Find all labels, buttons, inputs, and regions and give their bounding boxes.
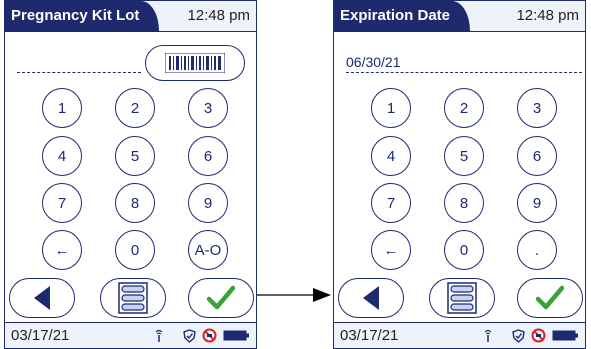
key-9[interactable]: 9 [517, 183, 557, 223]
key-9[interactable]: 9 [188, 183, 228, 223]
menu-button[interactable] [429, 278, 495, 318]
confirm-button[interactable] [188, 278, 254, 318]
lot-entry-field[interactable] [17, 72, 141, 73]
key-6[interactable]: 6 [517, 136, 557, 176]
key-3[interactable]: 3 [188, 88, 228, 128]
status-bar: 03/17/21 [5, 322, 256, 348]
key-backspace[interactable]: ← [42, 230, 82, 270]
title-bar: Expiration Date 12:48 pm [334, 1, 585, 32]
status-icons [482, 323, 579, 348]
confirm-button[interactable] [517, 278, 583, 318]
screen-title: Expiration Date [334, 1, 471, 31]
key-6[interactable]: 6 [188, 136, 228, 176]
key-8[interactable]: 8 [115, 183, 155, 223]
back-button[interactable] [9, 278, 75, 318]
checkmark-icon [207, 285, 235, 310]
battery-icon [552, 330, 578, 341]
wireless-icon [155, 329, 163, 342]
title-bar: Pregnancy Kit Lot 12:48 pm [5, 1, 256, 32]
status-date: 03/17/21 [340, 327, 399, 344]
scan-barcode-button[interactable] [145, 45, 245, 81]
no-sign-icon [202, 328, 217, 343]
key-decimal[interactable]: . [517, 230, 557, 270]
flow-arrow-icon [257, 288, 331, 302]
shield-icon [512, 328, 525, 343]
back-triangle-icon [34, 286, 50, 310]
battery-icon [223, 330, 249, 341]
shield-icon [183, 328, 196, 343]
key-5[interactable]: 5 [115, 136, 155, 176]
checkmark-icon [536, 285, 564, 310]
key-2[interactable]: 2 [115, 88, 155, 128]
key-8[interactable]: 8 [444, 183, 484, 223]
barcode-icon [165, 53, 225, 73]
pregnancy-kit-lot-screen: Pregnancy Kit Lot 12:48 pm 1 2 3 4 5 6 7… [4, 0, 257, 349]
clock-time: 12:48 pm [516, 7, 579, 24]
status-icons [153, 323, 250, 348]
key-0[interactable]: 0 [444, 230, 484, 270]
status-bar: 03/17/21 [334, 322, 585, 348]
status-date: 03/17/21 [11, 327, 70, 344]
screen-title: Pregnancy Kit Lot [5, 1, 160, 31]
list-menu-icon [447, 282, 477, 314]
key-letters[interactable]: A-O [188, 230, 228, 270]
back-button[interactable] [338, 278, 404, 318]
wireless-icon [484, 329, 492, 342]
expiration-date-screen: Expiration Date 12:48 pm 06/30/21 1 2 3 … [333, 0, 586, 349]
key-0[interactable]: 0 [115, 230, 155, 270]
key-3[interactable]: 3 [517, 88, 557, 128]
key-5[interactable]: 5 [444, 136, 484, 176]
menu-button[interactable] [100, 278, 166, 318]
key-2[interactable]: 2 [444, 88, 484, 128]
list-menu-icon [118, 282, 148, 314]
key-backspace[interactable]: ← [371, 230, 411, 270]
clock-time: 12:48 pm [187, 7, 250, 24]
expiration-date-value[interactable]: 06/30/21 [346, 54, 401, 70]
key-1[interactable]: 1 [42, 88, 82, 128]
key-7[interactable]: 7 [371, 183, 411, 223]
key-4[interactable]: 4 [42, 136, 82, 176]
no-sign-icon [531, 328, 546, 343]
expiration-date-field[interactable] [346, 72, 582, 73]
back-triangle-icon [363, 286, 379, 310]
key-1[interactable]: 1 [371, 88, 411, 128]
key-4[interactable]: 4 [371, 136, 411, 176]
key-7[interactable]: 7 [42, 183, 82, 223]
